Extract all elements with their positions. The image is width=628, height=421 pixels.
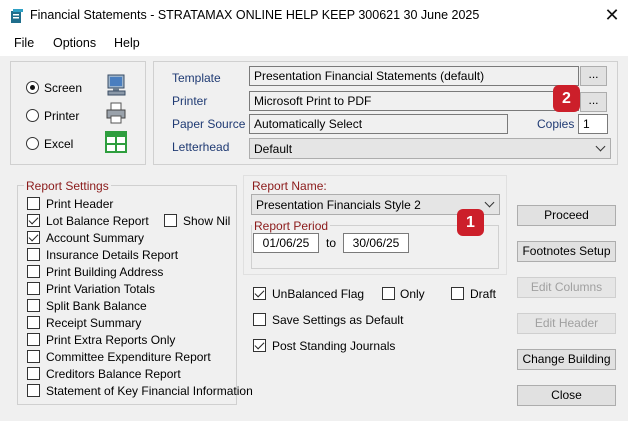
unbalanced-flag-label: UnBalanced Flag [272,287,365,301]
report-setting-checkbox[interactable] [27,299,40,312]
printer-radio[interactable] [26,109,39,122]
report-setting-label: Lot Balance Report [46,214,149,228]
printer-field[interactable]: Microsoft Print to PDF [249,91,579,111]
period-to-label: to [326,236,337,250]
report-setting-label: Receipt Summary [46,316,142,330]
report-setting-checkbox[interactable] [27,214,40,227]
screen-label: Screen [44,81,83,95]
report-setting-checkbox[interactable] [27,197,40,210]
copies-label: Copies [537,117,575,131]
change-building-button[interactable]: Change Building [517,349,616,370]
report-name-label: Report Name: [252,179,327,193]
save-default-label: Save Settings as Default [272,313,404,327]
post-standing-checkbox[interactable] [253,339,266,352]
monitor-icon [107,74,126,96]
show-nil-label: Show Nil [183,214,231,228]
report-setting-checkbox[interactable] [27,350,40,363]
only-checkbox[interactable] [382,287,395,300]
spreadsheet-icon [105,131,127,153]
chevron-down-icon [595,141,606,152]
draft-label: Draft [470,287,497,301]
period-from-field[interactable]: 01/06/25 [253,233,319,253]
callout-badge-2: 2 [553,85,580,112]
menu-options[interactable]: Options [53,36,96,50]
footnotes-setup-button[interactable]: Footnotes Setup [517,241,616,262]
printer-label: Printer [44,109,80,123]
app-icon [11,9,23,23]
period-to-field[interactable]: 30/06/25 [343,233,409,253]
menu-file[interactable]: File [14,36,34,50]
report-setting-checkbox[interactable] [27,333,40,346]
report-setting-label: Statement of Key Financial Information [46,384,253,398]
screen-radio[interactable] [26,81,39,94]
template-browse-button[interactable]: ... [580,66,607,86]
proceed-button[interactable]: Proceed [517,205,616,226]
report-setting-label: Account Summary [46,231,145,245]
only-label: Only [400,287,425,301]
report-setting-label: Print Variation Totals [46,282,155,296]
report-setting-label: Split Bank Balance [46,299,147,313]
report-setting-checkbox[interactable] [27,316,40,329]
report-setting-label: Creditors Balance Report [46,367,181,381]
report-setting-label: Print Building Address [46,265,164,279]
report-setting-checkbox[interactable] [27,282,40,295]
save-default-checkbox[interactable] [253,313,266,326]
report-setting-label: Insurance Details Report [46,248,179,262]
report-setting-checkbox[interactable] [27,265,40,278]
printer-field-label: Printer [172,94,208,108]
post-standing-label: Post Standing Journals [272,339,396,353]
report-name-value: Presentation Financials Style 2 [256,198,421,212]
report-period-legend: Report Period [252,219,331,233]
menu-help[interactable]: Help [114,36,140,50]
edit-columns-button[interactable]: Edit Columns [517,277,616,298]
report-setting-label: Print Extra Reports Only [46,333,176,347]
letterhead-value: Default [254,142,293,156]
report-setting-label: Print Header [46,197,114,211]
report-setting-checkbox[interactable] [27,367,40,380]
chevron-down-icon [484,197,495,208]
unbalanced-flag-checkbox[interactable] [253,287,266,300]
report-setting-label: Committee Expenditure Report [46,350,211,364]
printer-browse-button[interactable]: ... [580,92,607,112]
paper-source-field[interactable]: Automatically Select [249,114,508,134]
close-icon[interactable]: ✕ [600,3,624,27]
report-setting-checkbox[interactable] [27,231,40,244]
edit-header-button[interactable]: Edit Header [517,313,616,334]
callout-badge-1: 1 [457,209,484,236]
report-setting-checkbox[interactable] [27,248,40,261]
excel-label: Excel [44,137,74,151]
printer-icon [106,102,126,124]
paper-source-label: Paper Source [172,117,246,131]
template-label: Template [172,71,221,85]
letterhead-dropdown[interactable]: Default [249,138,611,159]
window-title: Financial Statements - STRATAMAX ONLINE … [30,8,480,22]
copies-field[interactable]: 1 [578,114,608,134]
letterhead-label: Letterhead [172,140,230,154]
show-nil-checkbox[interactable] [164,214,177,227]
template-field[interactable]: Presentation Financial Statements (defau… [249,66,579,86]
close-button[interactable]: Close [517,385,616,406]
draft-checkbox[interactable] [451,287,464,300]
excel-radio[interactable] [26,137,39,150]
report-setting-checkbox[interactable] [27,384,40,397]
report-settings-legend: Report Settings [24,179,111,193]
